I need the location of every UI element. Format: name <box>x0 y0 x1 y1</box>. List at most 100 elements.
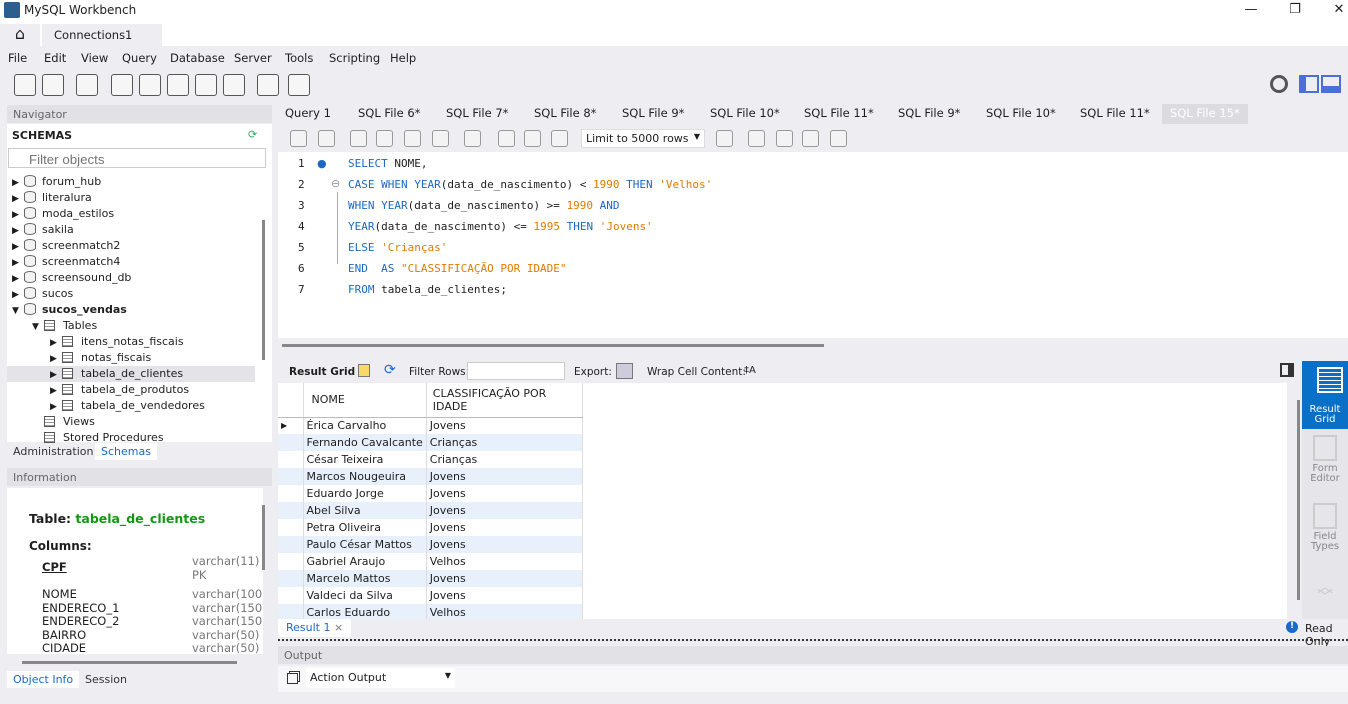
create-procedure-icon[interactable] <box>195 74 217 96</box>
save-icon[interactable] <box>318 130 335 147</box>
autocommit-icon[interactable] <box>551 130 568 147</box>
schema-screensound_db[interactable]: ▶ screensound_db <box>12 271 131 284</box>
query-tab[interactable]: SQL File 11* <box>1080 106 1150 120</box>
tab-object-info[interactable]: Object Info <box>7 671 80 688</box>
limit-rows-select[interactable]: Limit to 5000 rows ▼ <box>581 129 705 148</box>
code-line[interactable]: CASE WHEN YEAR(data_de_nascimento) < 199… <box>348 178 712 191</box>
expand-icon[interactable]: ▶ <box>12 178 24 188</box>
table-tabela_de_vendedores[interactable]: ▶ tabela_de_vendedores <box>50 399 205 412</box>
row-indicator[interactable] <box>278 451 304 468</box>
query-tab[interactable]: SQL File 10* <box>986 106 1056 120</box>
column-header-nome[interactable]: NOME <box>303 383 427 418</box>
table-row[interactable]: Carlos Eduardo Velhos <box>278 604 583 619</box>
cell-nome[interactable]: Carlos Eduardo <box>303 604 427 619</box>
query-tab[interactable]: Query 1 <box>285 106 331 120</box>
query-tab[interactable]: SQL File 8* <box>534 106 596 120</box>
cell-classificacao[interactable]: Jovens <box>426 417 583 434</box>
wrap-cell-icon[interactable]: ‡A <box>744 365 756 376</box>
query-tab[interactable]: SQL File 11* <box>804 106 874 120</box>
cell-classificacao[interactable]: Jovens <box>426 468 583 485</box>
create-function-icon[interactable] <box>223 74 245 96</box>
filter-rows-input[interactable] <box>467 362 565 380</box>
column-header-classificacao[interactable]: CLASSIFICAÇÃO POR IDADE <box>426 383 583 418</box>
table-row[interactable]: Marcelo Mattos Jovens <box>278 570 583 587</box>
expand-icon[interactable]: ▶ <box>50 402 62 412</box>
rollback-icon[interactable] <box>524 130 541 147</box>
code-line[interactable]: YEAR(data_de_nascimento) <= 1995 THEN 'J… <box>348 220 653 233</box>
schema-sucos[interactable]: ▶ sucos <box>12 287 73 300</box>
row-indicator[interactable]: ▶ <box>278 417 304 434</box>
expand-icon[interactable]: ▶ <box>12 210 24 220</box>
query-tab[interactable]: SQL File 7* <box>446 106 508 120</box>
table-row[interactable]: Abel Silva Jovens <box>278 502 583 519</box>
cell-classificacao[interactable]: Jovens <box>426 519 583 536</box>
close-button[interactable]: ✕ <box>1324 2 1348 17</box>
stop-on-error-icon[interactable] <box>464 130 481 147</box>
maximize-button[interactable]: ❐ <box>1280 2 1310 17</box>
expand-icon[interactable]: ▶ <box>50 370 62 380</box>
toggle-output-icon[interactable] <box>1321 75 1341 93</box>
menu-edit[interactable]: Edit <box>44 51 66 65</box>
cell-classificacao[interactable]: Crianças <box>426 434 583 451</box>
menu-server[interactable]: Server <box>234 51 272 65</box>
row-indicator[interactable] <box>278 570 304 587</box>
result-grid[interactable]: NOME CLASSIFICAÇÃO POR IDADE ▶ Érica Carv… <box>278 383 1287 619</box>
form-editor-button[interactable]: Form Editor <box>1302 435 1348 484</box>
table-tabela_de_clientes[interactable]: ▶ tabela_de_clientes <box>50 367 183 380</box>
table-row[interactable]: Fernando Cavalcante Crianças <box>278 434 583 451</box>
query-tab[interactable]: SQL File 6* <box>358 106 420 120</box>
sql-editor[interactable]: 1 SELECT NOME, 2 CASE WHEN YEAR(data_de_nas… <box>278 152 1348 338</box>
cell-nome[interactable]: Abel Silva <box>303 502 427 519</box>
info-scrollbar[interactable] <box>262 505 265 570</box>
row-indicator[interactable] <box>278 485 304 502</box>
row-indicator[interactable] <box>278 519 304 536</box>
explain-icon[interactable] <box>404 130 421 147</box>
fold-icon[interactable]: ⊖ <box>331 177 340 190</box>
code-line[interactable]: WHEN YEAR(data_de_nascimento) >= 1990 AN… <box>348 199 620 212</box>
code-line[interactable]: ELSE 'Crianças' <box>348 241 447 254</box>
schema-literalura[interactable]: ▶ literalura <box>12 191 92 204</box>
cell-classificacao[interactable]: Velhos <box>426 553 583 570</box>
table-notas_fiscais[interactable]: ▶ notas_fiscais <box>50 351 151 364</box>
copy-icon[interactable] <box>287 673 298 684</box>
cell-classificacao[interactable]: Jovens <box>426 570 583 587</box>
field-types-button[interactable]: Field Types <box>1302 503 1348 552</box>
row-indicator[interactable] <box>278 553 304 570</box>
code-line[interactable]: FROM tabela_de_clientes; <box>348 283 507 296</box>
search-table-data-icon[interactable] <box>257 74 279 96</box>
schema-sucos_vendas[interactable]: ▼ sucos_vendas <box>12 303 127 316</box>
invisible-chars-icon[interactable] <box>802 130 819 147</box>
table-row[interactable]: Valdeci da Silva Jovens <box>278 587 583 604</box>
expand-icon[interactable]: ▶ <box>50 338 62 348</box>
cell-nome[interactable]: Fernando Cavalcante <box>303 434 427 451</box>
query-tab[interactable]: SQL File 15* <box>1162 104 1248 124</box>
cell-classificacao[interactable]: Jovens <box>426 536 583 553</box>
menu-query[interactable]: Query <box>122 51 157 65</box>
table-row[interactable]: Petra Oliveira Jovens <box>278 519 583 536</box>
menu-tools[interactable]: Tools <box>285 51 313 65</box>
home-tab[interactable]: ⌂ <box>0 24 40 46</box>
row-indicator[interactable] <box>278 502 304 519</box>
cell-classificacao[interactable]: Velhos <box>426 604 583 619</box>
export-icon[interactable] <box>616 363 633 379</box>
row-indicator[interactable] <box>278 587 304 604</box>
tab-session[interactable]: Session <box>79 671 133 688</box>
row-indicator[interactable] <box>278 604 304 619</box>
grid-scrollbar[interactable] <box>1297 400 1300 600</box>
row-indicator[interactable] <box>278 468 304 485</box>
menu-help[interactable]: Help <box>390 51 416 65</box>
refresh-icon[interactable]: ⟳ <box>384 362 396 378</box>
query-tab[interactable]: SQL File 10* <box>710 106 780 120</box>
expand-icon[interactable]: ▶ <box>12 226 24 236</box>
table-tabela_de_produtos[interactable]: ▶ tabela_de_produtos <box>50 383 189 396</box>
new-sql-tab-icon[interactable] <box>14 74 36 96</box>
navigator-scrollbar[interactable] <box>262 220 265 360</box>
editor-hscrollbar[interactable] <box>282 344 824 347</box>
stop-icon[interactable] <box>432 130 449 147</box>
execute-icon[interactable] <box>350 130 367 147</box>
cell-nome[interactable]: Marcos Nougeuira <box>303 468 427 485</box>
table-row[interactable]: César Teixeira Crianças <box>278 451 583 468</box>
stored-procedures-folder[interactable]: Stored Procedures <box>44 431 164 444</box>
table-row[interactable]: Paulo César Mattos Jovens <box>278 536 583 553</box>
collapse-icon[interactable]: ▼ <box>12 306 24 316</box>
